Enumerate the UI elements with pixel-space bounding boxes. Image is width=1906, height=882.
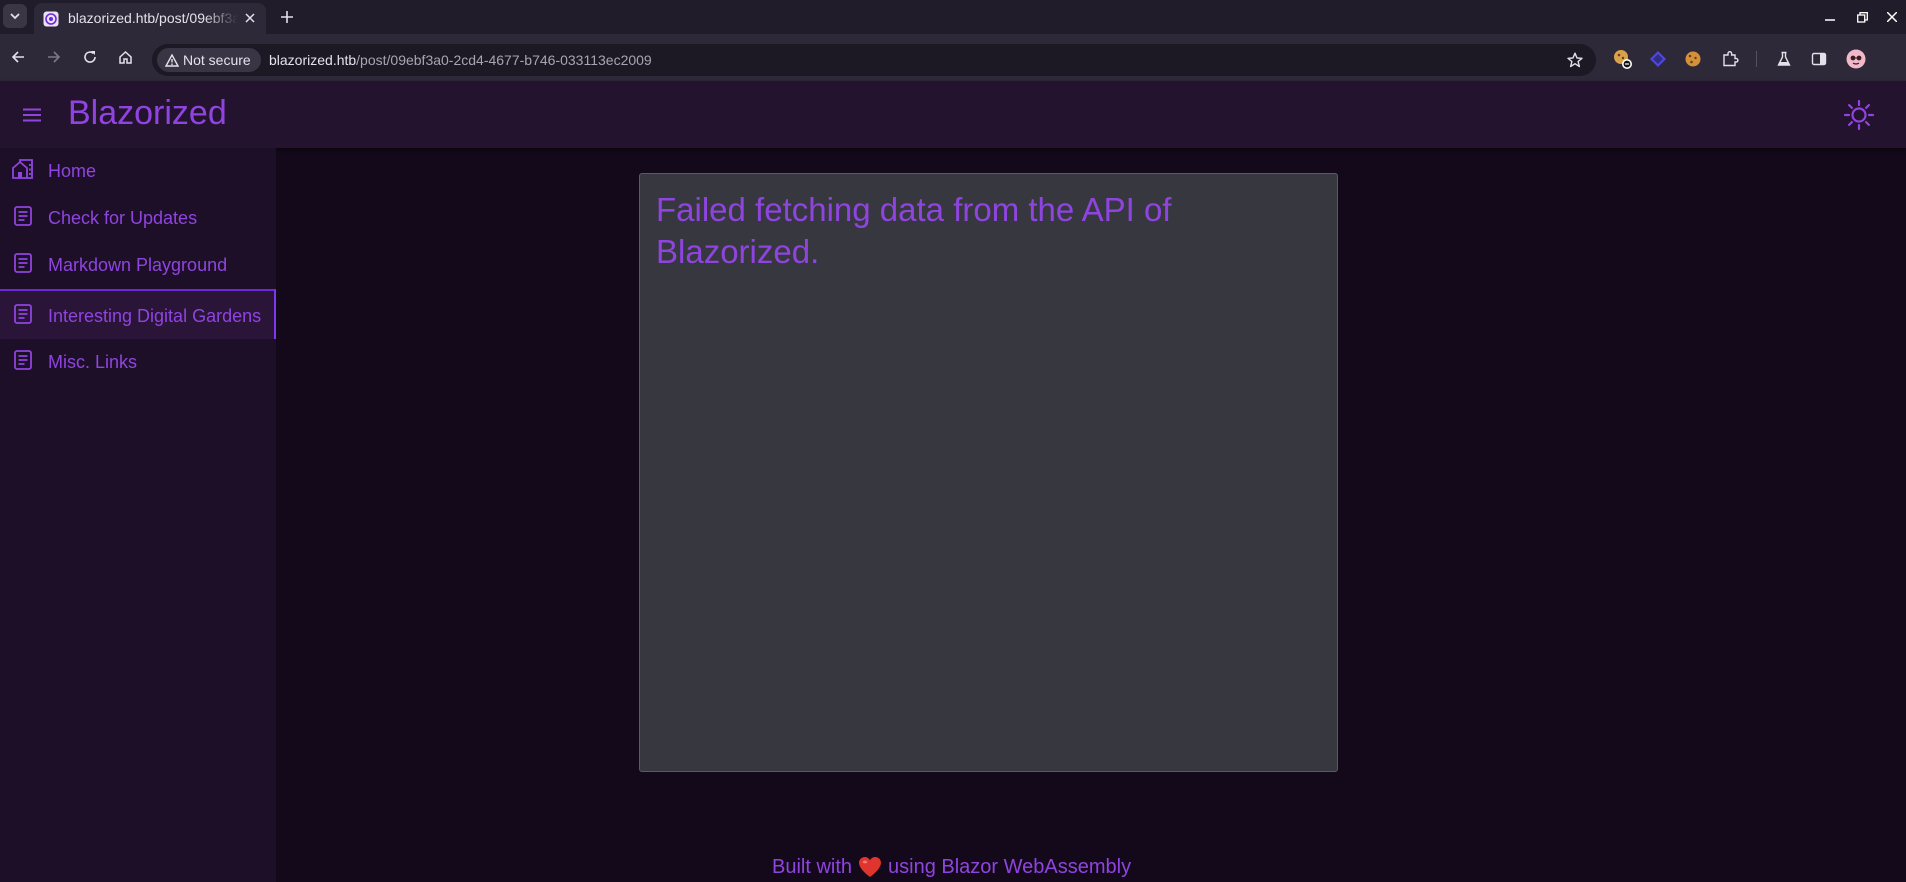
post-card: Failed fetching data from the API of Bla… <box>639 173 1338 772</box>
blazorized-icon <box>43 11 59 27</box>
app-bar: Blazorized <box>0 81 1906 148</box>
url-path: /post/09ebf3a0-2cd4-4677-b746-033113ec20… <box>356 52 652 68</box>
document-icon <box>12 349 34 371</box>
minimize-icon[interactable] <box>1821 8 1839 26</box>
app-title: Blazorized <box>68 94 227 132</box>
close-tab-icon[interactable] <box>242 10 258 26</box>
address-bar[interactable]: Not secure blazorized.htb/post/09ebf3a0-… <box>152 44 1596 76</box>
tab-search-button[interactable] <box>3 4 27 28</box>
error-message: Failed fetching data from the API of Bla… <box>656 191 1172 270</box>
security-chip[interactable]: Not secure <box>157 48 261 72</box>
sidebar-item-markdown-playground[interactable]: Markdown Playground <box>0 242 276 289</box>
puzzle-icon[interactable] <box>1719 48 1741 70</box>
extension-icon[interactable] <box>1647 48 1669 70</box>
footer-suffix: using Blazor WebAssembly <box>888 855 1132 878</box>
reload-icon[interactable] <box>80 47 100 67</box>
forward-icon[interactable] <box>44 47 64 67</box>
menu-icon[interactable] <box>20 104 44 126</box>
cookie-icon[interactable] <box>1682 48 1704 70</box>
url-text[interactable]: blazorized.htb/post/09ebf3a0-2cd4-4677-b… <box>269 52 652 70</box>
footer: Built with using Blazor WebAssembly <box>772 855 1131 879</box>
sidebar-item-check-for-updates[interactable]: Check for Updates <box>0 195 276 242</box>
lab-icon[interactable] <box>1773 48 1795 70</box>
star-icon[interactable] <box>1566 51 1584 69</box>
home-icon <box>12 158 34 180</box>
document-icon <box>12 303 34 325</box>
browser-tab[interactable]: blazorized.htb/post/09ebf3a0-2cd4-4677-b… <box>34 3 266 34</box>
home-icon[interactable] <box>115 47 135 67</box>
toolbar-divider <box>1756 51 1757 67</box>
sidebar-item-interesting-digital-gardens[interactable]: Interesting Digital Gardens <box>0 289 276 339</box>
profile-avatar[interactable] <box>1845 48 1867 70</box>
sidebar-item-label: Check for Updates <box>48 208 198 228</box>
chevron-down-icon <box>10 13 20 20</box>
new-tab-icon[interactable] <box>277 7 297 27</box>
document-icon <box>12 205 34 227</box>
heart-icon <box>858 856 882 878</box>
tab-title: blazorized.htb/post/09ebf3a0-2cd4-4677-b… <box>68 10 238 26</box>
warning-icon <box>165 53 179 67</box>
document-icon <box>12 252 34 274</box>
url-host: blazorized.htb <box>269 52 357 68</box>
sidebar-item-label: Home <box>48 161 97 181</box>
close-window-icon[interactable] <box>1883 8 1901 26</box>
sidebar: Home Check for Updates Markdown Playgrou… <box>0 148 276 882</box>
footer-prefix: Built with <box>772 855 853 878</box>
browser-tab-strip: blazorized.htb/post/09ebf3a0-2cd4-4677-b… <box>0 0 1906 34</box>
sun-icon[interactable] <box>1843 99 1875 131</box>
cookie-editor-icon[interactable] <box>1612 48 1634 70</box>
sidebar-item-label: Interesting Digital Gardens <box>48 306 262 326</box>
security-label: Not secure <box>183 52 251 68</box>
restore-icon[interactable] <box>1853 8 1871 26</box>
sidebar-item-home[interactable]: Home <box>0 148 276 195</box>
sidepanel-icon[interactable] <box>1808 48 1830 70</box>
back-icon[interactable] <box>8 47 28 67</box>
sidebar-item-misc-links[interactable]: Misc. Links <box>0 339 276 386</box>
sidebar-item-label: Markdown Playground <box>48 255 228 275</box>
sidebar-item-label: Misc. Links <box>48 352 138 372</box>
